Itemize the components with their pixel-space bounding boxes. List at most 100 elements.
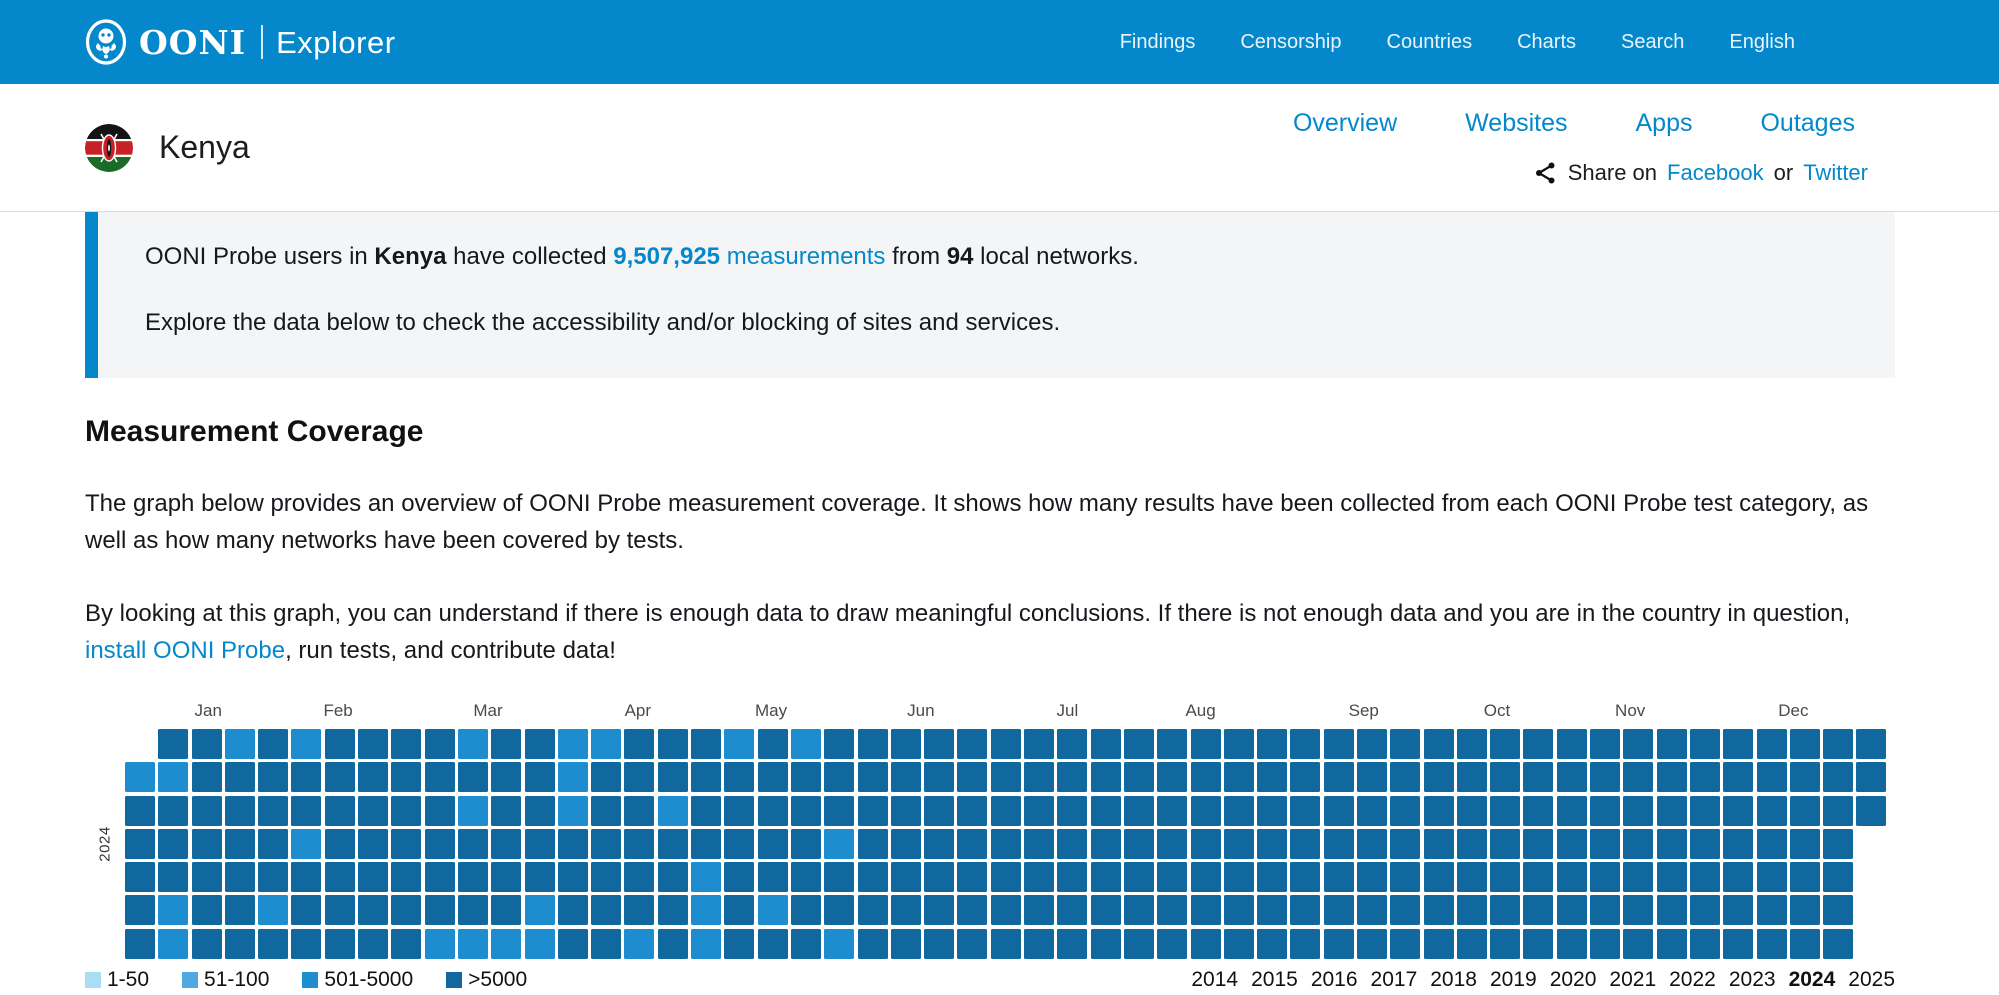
heatmap-cell[interactable] <box>358 929 388 959</box>
heatmap-cell[interactable] <box>558 796 588 826</box>
heatmap-cell[interactable] <box>425 862 455 892</box>
ooni-explorer-logo[interactable]: OONI Explorer <box>85 19 396 65</box>
heatmap-cell[interactable] <box>791 862 821 892</box>
year-2016[interactable]: 2016 <box>1311 968 1358 992</box>
heatmap-cell[interactable] <box>957 862 987 892</box>
heatmap-cell[interactable] <box>1057 762 1087 792</box>
heatmap-cell[interactable] <box>158 895 188 925</box>
heatmap-cell[interactable] <box>1091 862 1121 892</box>
heatmap-cell[interactable] <box>1424 729 1454 759</box>
heatmap-cell[interactable] <box>591 862 621 892</box>
heatmap-cell[interactable] <box>325 929 355 959</box>
heatmap-cell[interactable] <box>1124 929 1154 959</box>
heatmap-cell[interactable] <box>1790 929 1820 959</box>
heatmap-cell[interactable] <box>1390 762 1420 792</box>
heatmap-cell[interactable] <box>791 829 821 859</box>
heatmap-cell[interactable] <box>1523 796 1553 826</box>
heatmap-cell[interactable] <box>258 895 288 925</box>
heatmap-cell[interactable] <box>1856 729 1886 759</box>
heatmap-cell[interactable] <box>591 762 621 792</box>
nav-item-censorship[interactable]: Censorship <box>1240 31 1341 54</box>
heatmap-cell[interactable] <box>1557 829 1587 859</box>
heatmap-cell[interactable] <box>1157 796 1187 826</box>
tab-websites[interactable]: Websites <box>1465 109 1567 138</box>
heatmap-cell[interactable] <box>1390 829 1420 859</box>
heatmap-cell[interactable] <box>1324 729 1354 759</box>
heatmap-cell[interactable] <box>391 762 421 792</box>
heatmap-cell[interactable] <box>1191 796 1221 826</box>
heatmap-cell[interactable] <box>1224 929 1254 959</box>
heatmap-cell[interactable] <box>1590 895 1620 925</box>
heatmap-cell[interactable] <box>458 829 488 859</box>
heatmap-cell[interactable] <box>758 929 788 959</box>
heatmap-cell[interactable] <box>1224 729 1254 759</box>
heatmap-cell[interactable] <box>1124 895 1154 925</box>
heatmap-cell[interactable] <box>1357 895 1387 925</box>
heatmap-cell[interactable] <box>192 762 222 792</box>
heatmap-cell[interactable] <box>1690 796 1720 826</box>
heatmap-cell[interactable] <box>1091 762 1121 792</box>
heatmap-cell[interactable] <box>924 862 954 892</box>
tab-overview[interactable]: Overview <box>1293 109 1397 138</box>
heatmap-cell[interactable] <box>291 862 321 892</box>
heatmap-cell[interactable] <box>824 862 854 892</box>
heatmap-cell[interactable] <box>924 796 954 826</box>
heatmap-cell[interactable] <box>1690 762 1720 792</box>
heatmap-cell[interactable] <box>658 895 688 925</box>
heatmap-cell[interactable] <box>1257 762 1287 792</box>
heatmap-cell[interactable] <box>192 829 222 859</box>
heatmap-cell[interactable] <box>1590 762 1620 792</box>
heatmap-cell[interactable] <box>1257 862 1287 892</box>
heatmap-cell[interactable] <box>1657 796 1687 826</box>
heatmap-cell[interactable] <box>1723 729 1753 759</box>
heatmap-cell[interactable] <box>258 796 288 826</box>
heatmap-cell[interactable] <box>1324 796 1354 826</box>
heatmap-cell[interactable] <box>1057 929 1087 959</box>
year-2017[interactable]: 2017 <box>1371 968 1418 992</box>
heatmap-cell[interactable] <box>158 796 188 826</box>
heatmap-cell[interactable] <box>924 729 954 759</box>
heatmap-cell[interactable] <box>425 796 455 826</box>
heatmap-cell[interactable] <box>1024 762 1054 792</box>
heatmap-cell[interactable] <box>1657 895 1687 925</box>
heatmap-cell[interactable] <box>858 895 888 925</box>
heatmap-cell[interactable] <box>225 929 255 959</box>
heatmap-cell[interactable] <box>691 929 721 959</box>
heatmap-cell[interactable] <box>358 829 388 859</box>
heatmap-cell[interactable] <box>1557 929 1587 959</box>
heatmap-cell[interactable] <box>1657 929 1687 959</box>
heatmap-cell[interactable] <box>891 929 921 959</box>
heatmap-cell[interactable] <box>358 862 388 892</box>
heatmap-cell[interactable] <box>1490 729 1520 759</box>
heatmap-cell[interactable] <box>691 729 721 759</box>
heatmap-cell[interactable] <box>724 895 754 925</box>
heatmap-cell[interactable] <box>658 729 688 759</box>
heatmap-cell[interactable] <box>724 929 754 959</box>
heatmap-cell[interactable] <box>1657 829 1687 859</box>
heatmap-cell[interactable] <box>1590 862 1620 892</box>
year-2022[interactable]: 2022 <box>1669 968 1716 992</box>
heatmap-cell[interactable] <box>724 729 754 759</box>
heatmap-cell[interactable] <box>491 829 521 859</box>
heatmap-cell[interactable] <box>391 729 421 759</box>
heatmap-cell[interactable] <box>1324 762 1354 792</box>
heatmap-cell[interactable] <box>1457 762 1487 792</box>
heatmap-cell[interactable] <box>1290 862 1320 892</box>
heatmap-cell[interactable] <box>1124 862 1154 892</box>
nav-item-charts[interactable]: Charts <box>1517 31 1576 54</box>
year-2023[interactable]: 2023 <box>1729 968 1776 992</box>
heatmap-cell[interactable] <box>591 895 621 925</box>
heatmap-cell[interactable] <box>1557 862 1587 892</box>
heatmap-cell[interactable] <box>724 829 754 859</box>
heatmap-cell[interactable] <box>1024 929 1054 959</box>
heatmap-cell[interactable] <box>924 762 954 792</box>
heatmap-cell[interactable] <box>758 729 788 759</box>
heatmap-cell[interactable] <box>225 729 255 759</box>
share-twitter-link[interactable]: Twitter <box>1803 160 1868 186</box>
heatmap-cell[interactable] <box>1024 829 1054 859</box>
heatmap-cell[interactable] <box>1324 829 1354 859</box>
heatmap-cell[interactable] <box>824 895 854 925</box>
heatmap-cell[interactable] <box>791 895 821 925</box>
heatmap-cell[interactable] <box>1757 929 1787 959</box>
heatmap-cell[interactable] <box>258 729 288 759</box>
